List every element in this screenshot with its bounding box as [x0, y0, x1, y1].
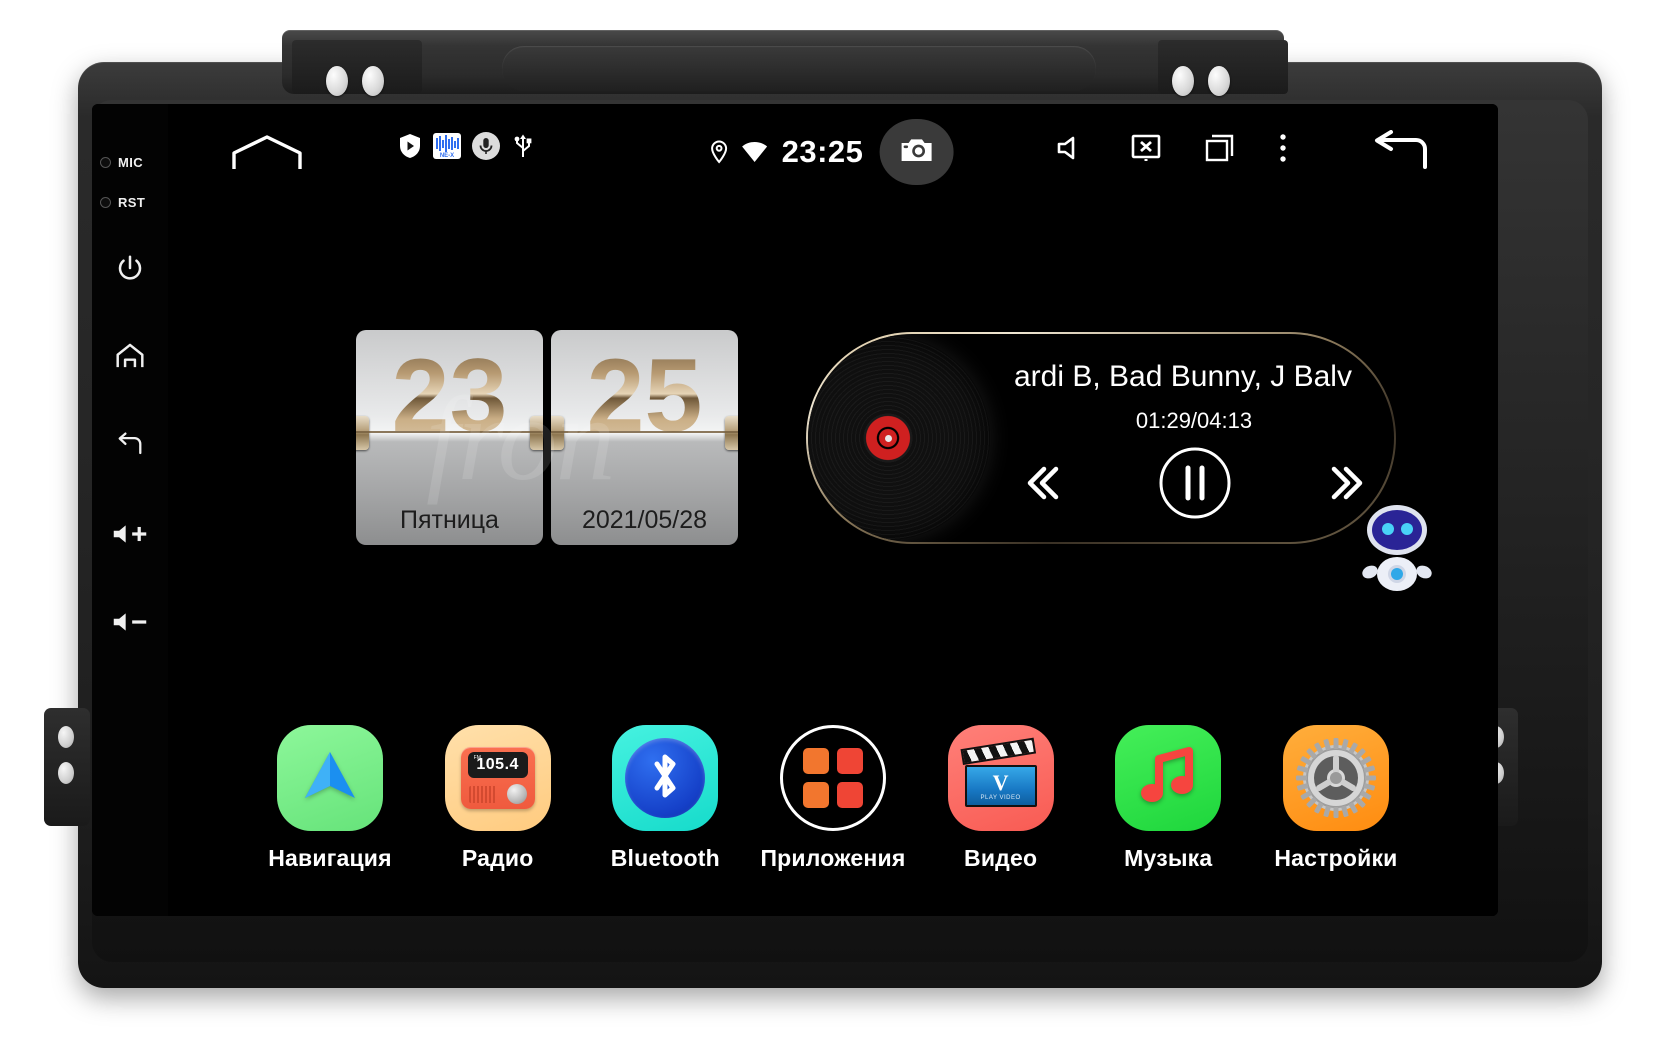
app-apps[interactable]: Приложения: [760, 725, 906, 872]
equalizer-icon[interactable]: NE-X: [433, 133, 461, 159]
app-label: Радио: [461, 845, 534, 871]
video-clapperboard-icon: V PLAY VIDEO: [960, 737, 1039, 807]
mount-screw: [362, 66, 384, 96]
product-photo-stage: MIC RST NE-X 23:25 23 Пятница 25 2021/05…: [0, 0, 1680, 1047]
statusbar-back-button[interactable]: [1368, 130, 1430, 179]
screen-off-icon[interactable]: [1130, 132, 1162, 164]
volume-icon[interactable]: [1056, 133, 1088, 163]
rst-label: RST: [118, 195, 146, 211]
app-radio[interactable]: FM 105.4 Радио: [426, 725, 570, 872]
power-key[interactable]: [92, 244, 168, 292]
playback-time: 01:29/04:13: [1135, 408, 1253, 433]
volume-down-icon: [111, 609, 149, 635]
app-bluetooth[interactable]: Bluetooth: [593, 725, 737, 872]
statusbar-right-icons: [1056, 132, 1288, 164]
app-label: Bluetooth: [610, 845, 720, 871]
app-label: Видео: [964, 845, 1038, 871]
svg-text:NE-X: NE-X: [440, 153, 454, 159]
statusbar-home-button[interactable]: [230, 132, 304, 172]
volume-down-key[interactable]: [92, 598, 168, 646]
clock-weekday: Пятница: [400, 506, 499, 534]
apps-icon-tile: [779, 725, 886, 831]
camera-button[interactable]: [879, 119, 954, 185]
album-art-vinyl[interactable]: [808, 336, 990, 540]
radio-frequency: 105.4: [476, 756, 519, 773]
gear-icon: [1295, 737, 1377, 819]
video-icon-tile: V PLAY VIDEO: [947, 725, 1054, 831]
video-caption: PLAY VIDEO: [980, 794, 1021, 801]
back-arrow-icon: [114, 431, 146, 459]
clock-date: 2021/05/28: [581, 506, 708, 534]
previous-track-icon: [1020, 456, 1074, 515]
status-bar: NE-X 23:25: [168, 104, 1498, 196]
mount-tab-left: [44, 708, 90, 826]
lcd-bottom-gap: [168, 906, 1498, 916]
app-label: Настройки: [1274, 845, 1398, 871]
top-rail-pad: [502, 46, 1096, 91]
mic-led: [100, 157, 111, 169]
radio-band: FM: [473, 755, 481, 761]
volume-up-key[interactable]: [92, 510, 168, 558]
settings-icon-tile: [1282, 725, 1389, 831]
head-unit-screen: MIC RST NE-X 23:25 23 Пятница 25 2021/05…: [92, 104, 1498, 916]
app-label: Музыка: [1124, 845, 1213, 871]
mount-screw: [1208, 66, 1230, 96]
pause-icon: [1157, 445, 1233, 526]
wifi-icon: [742, 141, 768, 163]
home-outline-icon: [230, 135, 304, 176]
home-icon: [114, 341, 146, 371]
music-note-icon: [1139, 745, 1197, 812]
mount-notch-left: [292, 40, 422, 94]
apps-grid-icon: [802, 748, 863, 808]
hardware-key-column: MIC RST: [92, 104, 168, 916]
mount-screw: [326, 66, 348, 96]
power-icon: [115, 252, 145, 284]
track-title: ardi B, Bad Bunny, J Balv: [1014, 360, 1352, 393]
app-video[interactable]: V PLAY VIDEO Видео: [929, 725, 1073, 872]
overflow-menu-icon[interactable]: [1278, 132, 1288, 164]
microphone-icon[interactable]: [472, 132, 500, 160]
flip-card-hours: 23 Пятница: [356, 330, 543, 545]
app-navigation[interactable]: Навигация: [258, 725, 402, 872]
statusbar-center: 23:25: [711, 119, 956, 185]
music-icon-tile: [1115, 725, 1222, 831]
previous-track-button[interactable]: [1020, 456, 1074, 515]
playback-controls: [1020, 442, 1370, 528]
statusbar-left-icons: NE-X: [398, 132, 535, 160]
shield-play-icon[interactable]: [398, 133, 422, 159]
mic-label: MIC: [118, 155, 144, 171]
navigation-arrow-icon: [299, 745, 361, 812]
app-label: Навигация: [268, 845, 392, 871]
app-music[interactable]: Музыка: [1096, 725, 1240, 872]
camera-icon: [899, 136, 933, 169]
rst-led: [100, 197, 111, 209]
play-pause-button[interactable]: [1157, 445, 1233, 526]
back-key[interactable]: [92, 421, 168, 469]
volume-up-icon: [111, 521, 149, 547]
recents-icon[interactable]: [1204, 132, 1236, 164]
mic-indicator: MIC: [100, 154, 143, 172]
flip-card-minutes: 25 2021/05/28: [551, 330, 738, 545]
bluetooth-icon-tile: [612, 725, 719, 831]
mount-screw: [1172, 66, 1194, 96]
bluetooth-icon: [644, 749, 686, 808]
statusbar-clock: 23:25: [781, 134, 864, 169]
radio-icon: FM 105.4: [460, 747, 535, 809]
rst-indicator[interactable]: RST: [100, 194, 145, 212]
navigation-icon-tile: [277, 725, 383, 831]
radio-icon-tile: FM 105.4: [444, 725, 551, 831]
home-key[interactable]: [92, 332, 168, 380]
location-pin-icon: [711, 140, 728, 164]
video-v-letter: V: [992, 769, 1009, 795]
app-label: Приложения: [760, 845, 906, 871]
robot-assistant-icon: [1362, 505, 1432, 591]
app-settings[interactable]: Настройки: [1264, 725, 1408, 872]
usb-icon[interactable]: [511, 132, 535, 160]
app-dock: Навигация FM 105.4 Радио Bluetooth Прило…: [258, 725, 1408, 872]
music-player-widget[interactable]: ardi B, Bad Bunny, J Balv 01:29/04:13: [806, 332, 1396, 544]
robot-assistant[interactable]: [1356, 502, 1438, 594]
lcd-display: NE-X 23:25 23 Пятница 25 2021/05/28 ardi…: [168, 104, 1498, 916]
back-arrow-icon: [1368, 130, 1430, 178]
flip-clock-widget[interactable]: 23 Пятница 25 2021/05/28 fron: [356, 330, 738, 545]
